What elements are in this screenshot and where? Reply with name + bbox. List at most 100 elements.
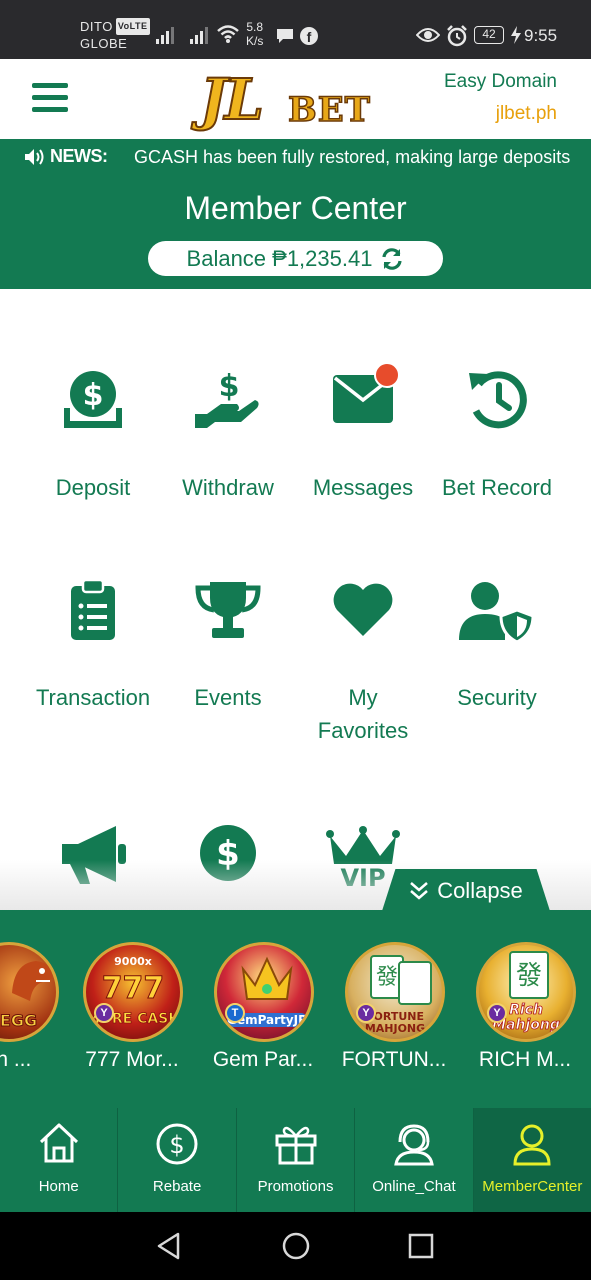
jlbet-logo[interactable]: JL BET	[198, 67, 394, 133]
facebook-icon: f	[300, 27, 318, 45]
nav-member-center[interactable]: MemberCenter	[473, 1108, 591, 1212]
carrier-info: DITO VoLTE GLOBE	[80, 18, 150, 52]
svg-text:$: $	[169, 1131, 184, 1159]
game-thumbnail: 發 FORTUNE MAHJONG Y	[345, 942, 445, 1042]
nav-promotions[interactable]: Promotions	[237, 1108, 356, 1212]
network-speed: 5.8 K/s	[246, 20, 263, 48]
collapse-label: Collapse	[437, 878, 523, 903]
recent-games-panel: N EGG on ... 9000x 777 MORE CASH Y 777 M…	[0, 910, 591, 1108]
collapse-button[interactable]: Collapse	[382, 869, 550, 911]
news-label: NEWS:	[24, 146, 108, 167]
deposit-icon: $	[64, 371, 122, 428]
notification-badge	[374, 362, 400, 388]
gift-icon	[275, 1126, 317, 1165]
balance-pill: Balance ₱1,235.41	[148, 241, 443, 276]
status-bar: DITO VoLTE GLOBE 5.8 K/s f 42 9:55	[0, 0, 591, 59]
favorites-button[interactable]: My Favorites	[288, 578, 438, 748]
message-icon	[277, 29, 293, 43]
security-label: Security	[457, 685, 537, 710]
rebate-icon: $	[156, 1123, 198, 1165]
security-button[interactable]: Security	[422, 578, 572, 718]
system-nav-bar	[0, 1212, 591, 1280]
events-button[interactable]: Events	[153, 578, 303, 718]
nav-promotions-label: Promotions	[257, 1178, 334, 1195]
volte-badge: VoLTE	[115, 18, 150, 35]
balance-text: Balance ₱1,235.41	[186, 245, 373, 271]
carrier-2: GLOBE	[80, 36, 128, 51]
dinosaur-icon	[12, 961, 53, 1001]
favorites-label-1: My	[348, 685, 378, 710]
game-name: RICH M...	[478, 1048, 572, 1071]
game-name: Gem Par...	[212, 1048, 314, 1071]
battery-indicator: 42	[474, 26, 504, 44]
news-ticker: NEWS: GCASH has been fully restored, mak…	[0, 139, 591, 176]
clock: 9:55	[524, 26, 558, 45]
bet-record-button[interactable]: Bet Record	[422, 368, 572, 508]
game-art-text: N EGG	[0, 1011, 38, 1031]
trophy-icon	[195, 582, 261, 638]
speaker-icon	[25, 148, 44, 165]
speed-value: 5.8	[246, 20, 264, 34]
domain-link[interactable]: jlbet.ph	[496, 103, 557, 125]
provider-badge: Y	[356, 1003, 376, 1023]
crown-icon	[241, 956, 293, 1000]
provider-badge: Y	[94, 1003, 114, 1023]
history-icon	[469, 371, 527, 429]
app-header: JL BET Easy Domain jlbet.ph	[0, 59, 591, 139]
signal-icon	[156, 24, 174, 44]
nav-home[interactable]: Home	[0, 1108, 119, 1212]
game-thumbnail: N EGG	[0, 942, 59, 1042]
charging-icon	[511, 26, 521, 44]
nav-rebate[interactable]: $ Rebate	[118, 1108, 237, 1212]
messages-button[interactable]: Messages	[288, 368, 438, 508]
svg-text:$: $	[83, 378, 104, 413]
support-headset-icon	[394, 1124, 434, 1166]
menu-icon[interactable]	[32, 83, 68, 113]
svg-text:$: $	[219, 369, 240, 404]
withdraw-icon: $	[195, 369, 259, 428]
withdraw-label: Withdraw	[182, 475, 274, 500]
logo-text-jl: JL	[199, 67, 265, 133]
eye-icon	[416, 28, 440, 42]
double-chevron-down-icon	[410, 882, 429, 900]
signal-icon	[190, 24, 208, 44]
logo-text-bet: BET	[287, 90, 371, 130]
home-circle-icon[interactable]	[282, 1232, 310, 1260]
user-shield-icon	[459, 582, 535, 642]
user-icon	[513, 1124, 551, 1166]
game-name: 777 Mor...	[85, 1048, 179, 1071]
app-screen: DITO VoLTE GLOBE 5.8 K/s f 42 9:55 JL BET …	[0, 0, 591, 1280]
wifi-icon	[217, 25, 239, 43]
member-banner: Member Center Balance ₱1,235.41	[0, 176, 591, 289]
refresh-icon[interactable]	[380, 247, 404, 271]
home-icon	[39, 1123, 78, 1163]
news-label-text: NEWS:	[50, 146, 108, 166]
messages-label: Messages	[312, 475, 414, 500]
deposit-button[interactable]: $ Deposit	[18, 368, 168, 508]
transaction-label: Transaction	[35, 685, 151, 710]
provider-badge: T	[225, 1003, 245, 1023]
game-name: FORTUN...	[341, 1048, 447, 1071]
game-thumbnail: 發 Rich Mahjong Y	[476, 942, 576, 1042]
clipboard-icon	[71, 580, 115, 640]
news-text[interactable]: GCASH has been fully restored, making la…	[134, 147, 576, 168]
carrier-1: DITO	[80, 19, 113, 34]
heart-icon	[333, 583, 393, 636]
transaction-button[interactable]: Transaction	[18, 578, 168, 718]
nav-rebate-label: Rebate	[152, 1178, 202, 1195]
recents-icon[interactable]	[408, 1232, 434, 1260]
events-label: Events	[194, 685, 262, 710]
bet-record-label: Bet Record	[441, 475, 553, 500]
game-art-multiplier: 9000x	[114, 955, 152, 968]
withdraw-button[interactable]: $ Withdraw	[153, 368, 303, 508]
page-title: Member Center	[184, 190, 407, 226]
game-name: on ...	[0, 1048, 32, 1071]
favorites-label-2: Favorites	[317, 718, 409, 743]
nav-online-chat-label: Online_Chat	[372, 1178, 456, 1195]
nav-online-chat[interactable]: Online_Chat	[355, 1108, 474, 1212]
alarm-icon	[447, 25, 467, 47]
mahjong-tile-icon	[398, 961, 432, 1005]
back-icon[interactable]	[156, 1232, 182, 1260]
nav-member-center-label: MemberCenter	[482, 1178, 583, 1195]
game-thumbnail: GemPartyJP T	[214, 942, 314, 1042]
